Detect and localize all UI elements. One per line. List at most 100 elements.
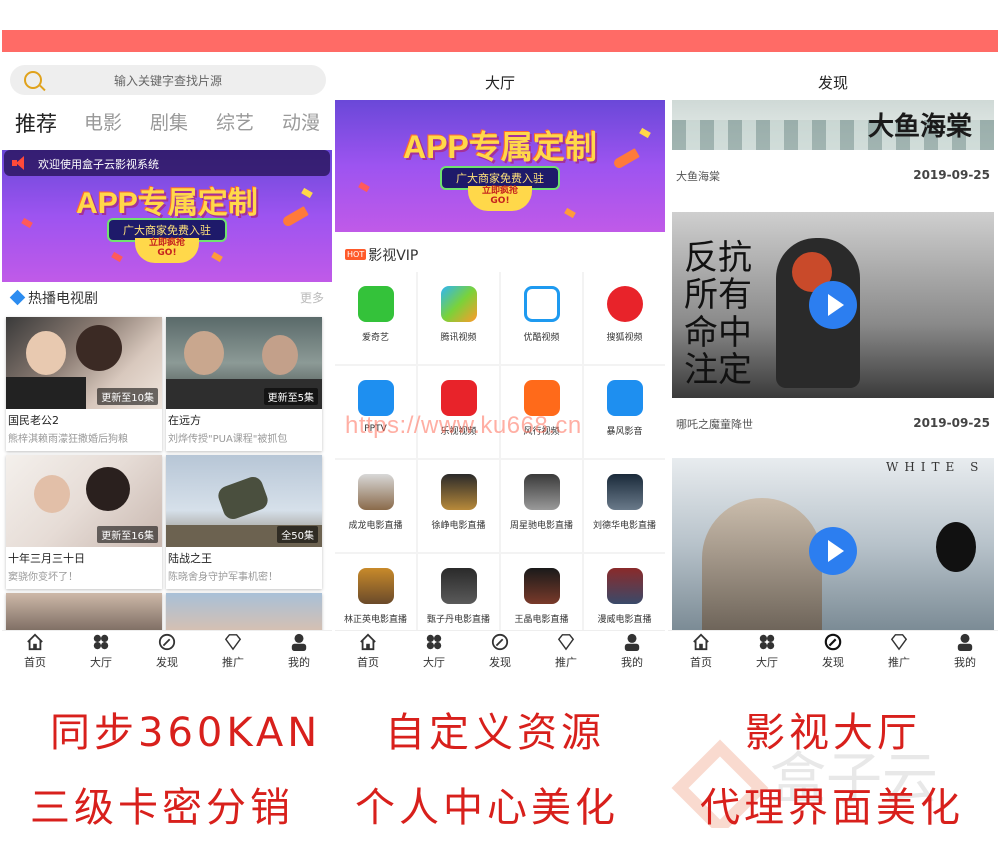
episode-badge: 更新至5集 (263, 388, 318, 405)
app-label: 林正英电影直播 (343, 615, 407, 625)
home-icon (360, 633, 376, 651)
banner-go-line1: 立即疯抢 (481, 186, 518, 196)
tab-discover[interactable]: 发现 (467, 633, 533, 670)
feed-date: 2019-09-25 (913, 168, 990, 182)
tab-mine[interactable]: 我的 (932, 633, 998, 670)
xu-zheng-icon (441, 474, 477, 510)
face-shape (34, 475, 70, 513)
app-item[interactable]: 徐峥电影直播 (418, 460, 499, 552)
caption: 同步360KAN (50, 710, 322, 756)
video-card[interactable]: 更新至10集 国民老公2 熊梓淇赖雨濛狂撒婚后狗粮 (6, 317, 162, 451)
more-link[interactable]: 更多 (300, 289, 324, 306)
banner-go-button[interactable]: 立即疯抢 GO! (468, 186, 532, 211)
soldier-shape (215, 474, 271, 522)
app-label: 搜狐视频 (606, 333, 643, 343)
app-item[interactable]: 搜狐视频 (584, 272, 665, 364)
video-card[interactable]: 更新至16集 十年三月三十日 窦骁你变坏了！ (6, 455, 162, 589)
tab-home[interactable]: 首页 (668, 633, 734, 670)
letv-icon (441, 380, 477, 416)
video-subtitle: 陈晓舍身守护军事机密！ (168, 572, 278, 583)
tab-hall[interactable]: 大厅 (734, 633, 800, 670)
grid-icon (759, 634, 775, 650)
hair-shape (76, 325, 122, 371)
tab-series[interactable]: 剧集 (150, 108, 188, 135)
diamond-icon (9, 289, 26, 306)
compass-icon (824, 633, 842, 651)
baofeng-icon (607, 380, 643, 416)
video-card[interactable]: 全50集 陆战之王 陈晓舍身守护军事机密！ (166, 455, 322, 589)
app-item[interactable]: 腾讯视频 (418, 272, 499, 364)
youku-icon (524, 286, 560, 322)
play-icon[interactable] (809, 281, 857, 329)
tab-variety[interactable]: 综艺 (216, 108, 254, 135)
video-thumbnail (166, 593, 322, 633)
video-thumbnail: 更新至16集 (6, 455, 162, 547)
hall-screen: 大厅 APP专属定制 广大商家免费入驻 立即疯抢 GO! HOT 影视VIP 爱奇… (335, 60, 665, 672)
home-icon (27, 633, 43, 651)
tab-label: 推广 (888, 656, 910, 669)
tab-mine[interactable]: 我的 (599, 633, 665, 670)
tab-home[interactable]: 首页 (2, 633, 68, 670)
tab-label: 大厅 (90, 656, 112, 669)
face-shape (26, 331, 66, 375)
title-glyph (936, 522, 976, 572)
tab-hall[interactable]: 大厅 (401, 633, 467, 670)
app-item[interactable]: 刘德华电影直播 (584, 460, 665, 552)
tab-label: 我的 (621, 656, 643, 669)
feed-item[interactable]: 反抗 所有 命中注定 哪吒之魔童降世 2019-09-25 (672, 212, 994, 452)
tab-label: 大厅 (423, 656, 445, 669)
app-item[interactable]: 优酷视频 (501, 272, 582, 364)
page-title: 发现 (817, 74, 848, 92)
sohu-video-icon (607, 286, 643, 322)
tab-recommend[interactable]: 推荐 (15, 108, 57, 138)
tab-promote[interactable]: 推广 (200, 633, 266, 670)
app-item[interactable]: 成龙电影直播 (335, 460, 416, 552)
feed-item[interactable]: 大鱼海棠 大鱼海棠 2019-09-25 (672, 100, 994, 200)
app-label: 周星驰电影直播 (509, 521, 573, 531)
poster-text: 反抗 所有 命中注定 (684, 238, 752, 391)
app-grid: 爱奇艺 腾讯视频 优酷视频 搜狐视频 PPTV 乐视视频 风行视频 暴风影音 成… (335, 272, 665, 646)
video-thumbnail: 更新至10集 (6, 317, 162, 409)
tab-promote[interactable]: 推广 (533, 633, 599, 670)
wong-jing-icon (524, 568, 560, 604)
video-card[interactable] (6, 593, 162, 633)
donnie-yen-icon (441, 568, 477, 604)
video-card[interactable] (166, 593, 322, 633)
tab-anime[interactable]: 动漫 (282, 108, 320, 135)
feed-title: 哪吒之魔童降世 (676, 418, 753, 431)
tab-mine[interactable]: 我的 (266, 633, 332, 670)
video-card[interactable]: 更新至5集 在远方 刘烨传授"PUA课程"被抓包 (166, 317, 322, 451)
feed-title: 大鱼海棠 (676, 170, 720, 183)
grid-icon (426, 634, 442, 650)
app-item[interactable]: 暴风影音 (584, 366, 665, 458)
tab-discover[interactable]: 发现 (800, 633, 866, 670)
hot-badge: HOT (345, 249, 367, 260)
tab-promote[interactable]: 推广 (866, 633, 932, 670)
search-input[interactable]: 输入关键字查找片源 (10, 65, 326, 95)
section-header: HOT 影视VIP (345, 244, 418, 264)
app-label: 成龙电影直播 (348, 521, 403, 531)
bottom-tab-bar: 首页 大厅 发现 推广 我的 (335, 630, 665, 672)
app-item[interactable]: 周星驰电影直播 (501, 460, 582, 552)
video-title: 在远方 (168, 414, 201, 427)
banner-go-button[interactable]: 立即疯抢 GO! (135, 238, 199, 263)
app-item[interactable]: 爱奇艺 (335, 272, 416, 364)
promo-banner[interactable]: APP专属定制 广大商家免费入驻 立即疯抢 GO! (335, 100, 665, 232)
tab-discover[interactable]: 发现 (134, 633, 200, 670)
episode-badge: 更新至10集 (97, 388, 158, 405)
tab-label: 首页 (357, 656, 379, 669)
tab-movie[interactable]: 电影 (84, 108, 122, 135)
confetti-decoration (358, 181, 370, 193)
app-label: 暴风影音 (606, 427, 643, 437)
tab-label: 大厅 (756, 656, 778, 669)
video-thumbnail (6, 593, 162, 633)
caption: 个人中心美化 (355, 785, 619, 831)
episode-badge: 全50集 (277, 526, 318, 543)
feed-item[interactable]: WHITE S (672, 458, 994, 632)
tab-hall[interactable]: 大厅 (68, 633, 134, 670)
app-label: 漫威电影直播 (597, 615, 652, 625)
play-icon[interactable] (809, 527, 857, 575)
app-label: 徐峥电影直播 (431, 521, 486, 531)
tab-home[interactable]: 首页 (335, 633, 401, 670)
bottom-tab-bar: 首页 大厅 发现 推广 我的 (2, 630, 332, 672)
